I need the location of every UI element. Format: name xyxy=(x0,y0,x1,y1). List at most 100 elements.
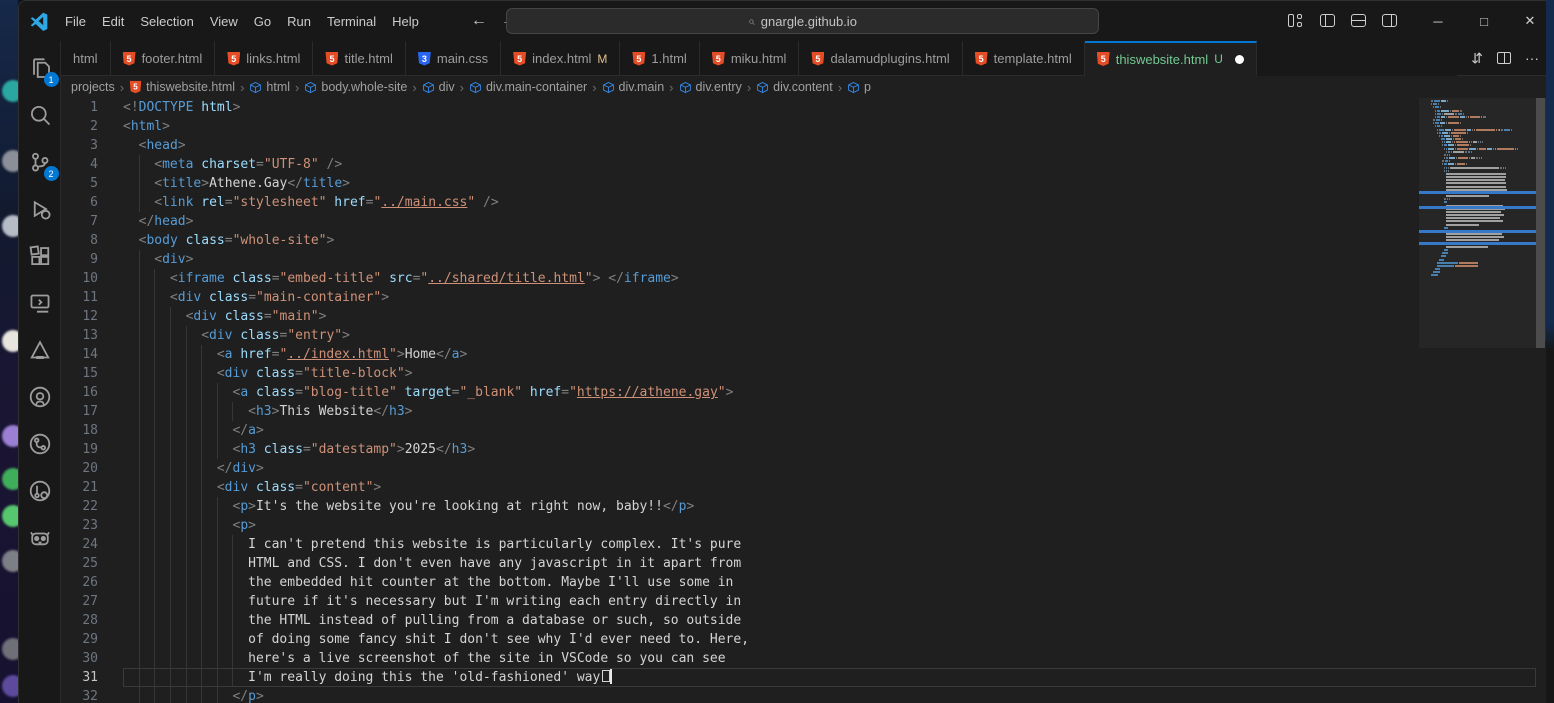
activitybar-git-graph-icon[interactable] xyxy=(23,427,57,461)
menu-selection[interactable]: Selection xyxy=(132,10,201,33)
code-line-16[interactable]: 16<a class="blog-title" target="_blank" … xyxy=(61,383,1536,402)
minimap[interactable] xyxy=(1419,98,1536,703)
code-line-22[interactable]: 22<p>It's the website you're looking at … xyxy=(61,497,1536,516)
line-number[interactable]: 7 xyxy=(61,212,123,231)
breadcrumb-item-div-main[interactable]: div.main xyxy=(602,80,665,94)
line-number[interactable]: 16 xyxy=(61,383,123,402)
line-number[interactable]: 23 xyxy=(61,516,123,535)
code-line-24[interactable]: 24I can't pretend this website is partic… xyxy=(61,535,1536,554)
line-number[interactable]: 32 xyxy=(61,687,123,703)
line-number[interactable]: 12 xyxy=(61,307,123,326)
line-number[interactable]: 2 xyxy=(61,117,123,136)
open-changes-icon[interactable]: ⇵ xyxy=(1471,50,1483,67)
line-number[interactable]: 18 xyxy=(61,421,123,440)
maximize-button[interactable]: □ xyxy=(1461,1,1507,41)
menu-view[interactable]: View xyxy=(202,10,246,33)
activitybar-search-icon[interactable] xyxy=(23,98,57,132)
nav-back-button[interactable]: ← xyxy=(471,12,487,30)
line-number[interactable]: 9 xyxy=(61,250,123,269)
minimize-button[interactable]: ─ xyxy=(1415,1,1461,41)
line-number[interactable]: 14 xyxy=(61,345,123,364)
code-line-13[interactable]: 13<div class="entry"> xyxy=(61,326,1536,345)
activitybar-extensions-icon[interactable] xyxy=(23,239,57,273)
toggle-primary-sidebar-icon[interactable] xyxy=(1320,14,1335,27)
code-line-1[interactable]: 1<!DOCTYPE html> xyxy=(61,98,1536,117)
code-line-25[interactable]: 25HTML and CSS. I don't even have any ja… xyxy=(61,554,1536,573)
dirty-indicator[interactable] xyxy=(1235,55,1244,64)
scrollbar-slider[interactable] xyxy=(1536,98,1545,348)
code-line-3[interactable]: 3<head> xyxy=(61,136,1536,155)
line-number[interactable]: 4 xyxy=(61,155,123,174)
line-number[interactable]: 6 xyxy=(61,193,123,212)
activitybar-explorer-icon[interactable]: 1 xyxy=(23,51,57,85)
more-actions-icon[interactable]: ··· xyxy=(1525,50,1539,66)
code-line-17[interactable]: 17<h3>This Website</h3> xyxy=(61,402,1536,421)
code-line-5[interactable]: 5<title>Athene.Gay</title> xyxy=(61,174,1536,193)
line-number[interactable]: 13 xyxy=(61,326,123,345)
menu-run[interactable]: Run xyxy=(279,10,319,33)
code-line-6[interactable]: 6<link rel="stylesheet" href="../main.cs… xyxy=(61,193,1536,212)
command-center-search[interactable]: ⌕ gnargle.github.io xyxy=(506,8,1099,34)
tab-links-html[interactable]: 5links.html xyxy=(215,41,313,76)
code-line-31[interactable]: 31I'm really doing this the 'old-fashion… xyxy=(61,668,1536,687)
line-number[interactable]: 24 xyxy=(61,535,123,554)
code-line-2[interactable]: 2<html> xyxy=(61,117,1536,136)
line-number[interactable]: 22 xyxy=(61,497,123,516)
tab-main-css[interactable]: 3main.css xyxy=(406,41,501,76)
menu-go[interactable]: Go xyxy=(246,10,279,33)
code-line-32[interactable]: 32</p> xyxy=(61,687,1536,703)
breadcrumb-item-thiswebsite-html[interactable]: 5thiswebsite.html xyxy=(129,80,235,94)
tab-title-html[interactable]: 5title.html xyxy=(313,41,405,76)
code-line-27[interactable]: 27future if it's necessary but I'm writi… xyxy=(61,592,1536,611)
activitybar-source-control-icon[interactable]: 2 xyxy=(23,145,57,179)
breadcrumb-item-projects[interactable]: projects xyxy=(71,80,115,94)
tab-footer-html[interactable]: 5footer.html xyxy=(111,41,216,76)
tab-dalamudplugins-html[interactable]: 5dalamudplugins.html xyxy=(799,41,962,76)
breadcrumb-item-div-content[interactable]: div.content xyxy=(756,80,833,94)
code-line-4[interactable]: 4<meta charset="UTF-8" /> xyxy=(61,155,1536,174)
tab-html[interactable]: html xyxy=(61,41,111,76)
split-editor-icon[interactable] xyxy=(1497,52,1511,64)
activitybar-gitlens-icon[interactable] xyxy=(23,474,57,508)
tab-thiswebsite-html[interactable]: 5thiswebsite.htmlU xyxy=(1085,41,1257,76)
line-number[interactable]: 27 xyxy=(61,592,123,611)
code-line-19[interactable]: 19<h3 class="datestamp">2025</h3> xyxy=(61,440,1536,459)
line-number[interactable]: 8 xyxy=(61,231,123,250)
line-number[interactable]: 26 xyxy=(61,573,123,592)
code-line-26[interactable]: 26the embedded hit counter at the bottom… xyxy=(61,573,1536,592)
tab-index-html[interactable]: 5index.htmlM xyxy=(501,41,620,76)
tab-template-html[interactable]: 5template.html xyxy=(963,41,1085,76)
customize-layout-icon[interactable] xyxy=(1288,14,1304,28)
line-number[interactable]: 20 xyxy=(61,459,123,478)
code-line-12[interactable]: 12<div class="main"> xyxy=(61,307,1536,326)
line-number[interactable]: 19 xyxy=(61,440,123,459)
tab-miku-html[interactable]: 5miku.html xyxy=(700,41,800,76)
activitybar-extension-a-icon[interactable] xyxy=(23,333,57,367)
menu-help[interactable]: Help xyxy=(384,10,427,33)
code-editor[interactable]: 1<!DOCTYPE html>2<html>3<head>4<meta cha… xyxy=(61,98,1553,703)
line-number[interactable]: 1 xyxy=(61,98,123,117)
activitybar-run-debug-icon[interactable] xyxy=(23,192,57,226)
code-line-15[interactable]: 15<div class="title-block"> xyxy=(61,364,1536,383)
line-number[interactable]: 29 xyxy=(61,630,123,649)
code-line-7[interactable]: 7</head> xyxy=(61,212,1536,231)
line-number[interactable]: 28 xyxy=(61,611,123,630)
breadcrumb-item-body-whole-site[interactable]: body.whole-site xyxy=(304,80,407,94)
toggle-panel-icon[interactable] xyxy=(1351,14,1366,27)
line-number[interactable]: 15 xyxy=(61,364,123,383)
code-line-14[interactable]: 14<a href="../index.html">Home</a> xyxy=(61,345,1536,364)
toggle-secondary-sidebar-icon[interactable] xyxy=(1382,14,1397,27)
line-number[interactable]: 31 xyxy=(61,668,123,687)
breadcrumb-item-div-main-container[interactable]: div.main-container xyxy=(469,80,587,94)
code-line-9[interactable]: 9<div> xyxy=(61,250,1536,269)
code-line-30[interactable]: 30here's a live screenshot of the site i… xyxy=(61,649,1536,668)
line-number[interactable]: 21 xyxy=(61,478,123,497)
tab-1-html[interactable]: 51.html xyxy=(620,41,699,76)
code-line-20[interactable]: 20</div> xyxy=(61,459,1536,478)
activitybar-godot-tools-icon[interactable] xyxy=(23,521,57,555)
breadcrumb-item-p[interactable]: p xyxy=(847,80,871,94)
code-line-21[interactable]: 21<div class="content"> xyxy=(61,478,1536,497)
menu-terminal[interactable]: Terminal xyxy=(319,10,384,33)
activitybar-remote-explorer-icon[interactable] xyxy=(23,286,57,320)
code-line-23[interactable]: 23<p> xyxy=(61,516,1536,535)
